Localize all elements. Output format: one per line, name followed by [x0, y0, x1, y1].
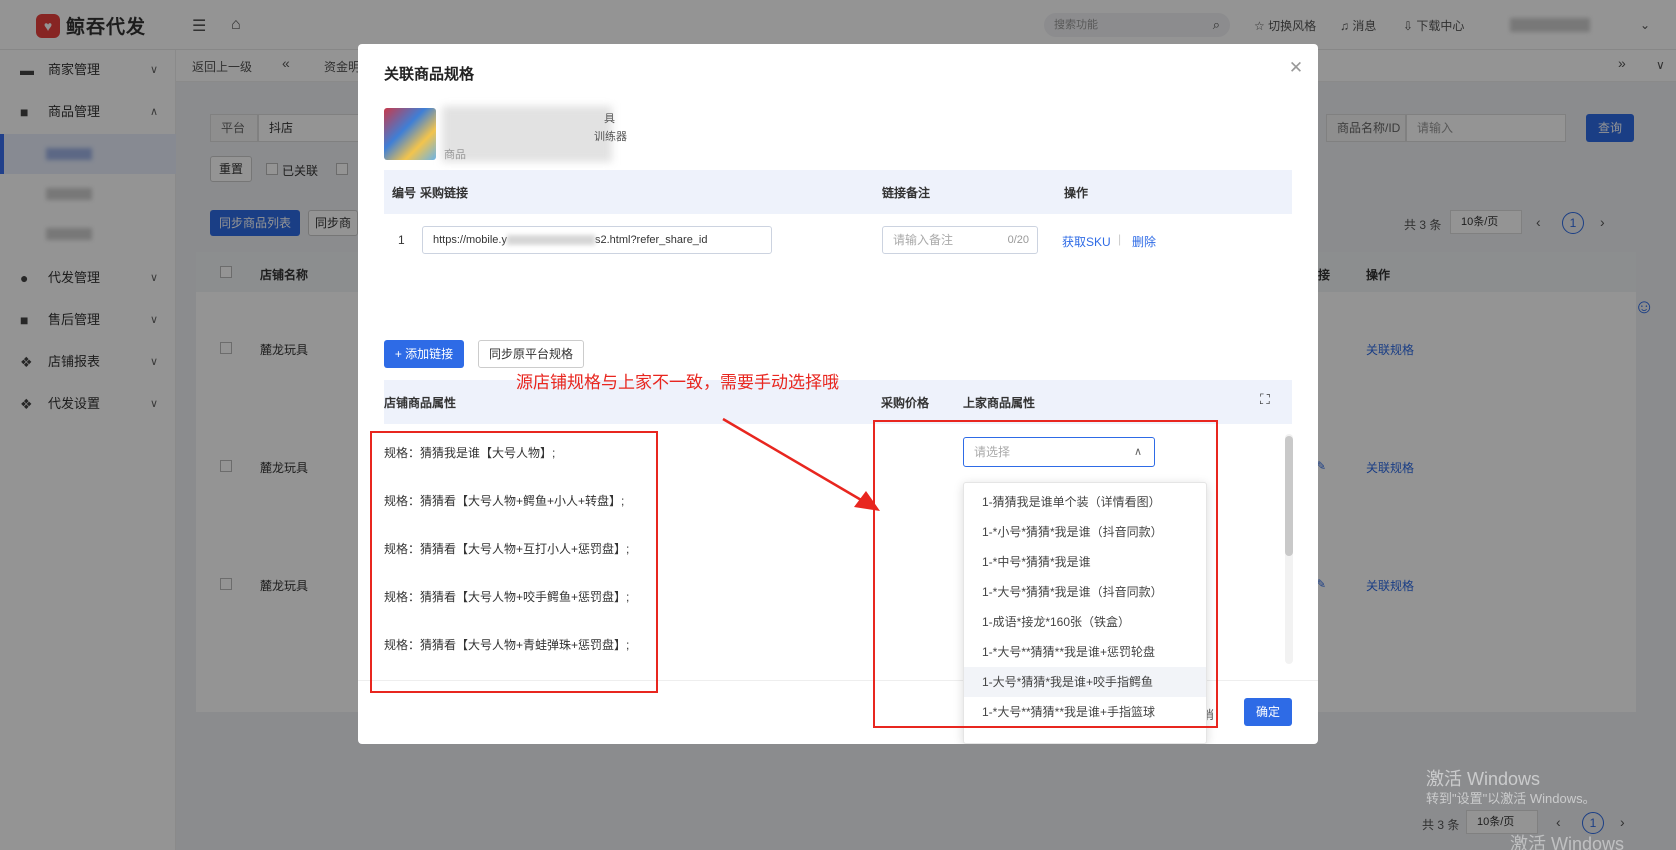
annotation-text: 源店铺规格与上家不一致，需要手动选择哦 — [516, 373, 839, 392]
product-meta: 商品 — [444, 149, 466, 161]
product-subtitle-tail: 训练器 — [594, 131, 627, 143]
purchase-url-input[interactable]: https://mobile.y s2.html?refer_share_id — [422, 226, 772, 254]
col-link-remark: 链接备注 — [882, 186, 931, 200]
modal-title: 关联商品规格 — [384, 66, 475, 83]
annotation-arrow — [722, 417, 880, 511]
confirm-button[interactable]: 确定 — [1244, 698, 1292, 726]
product-info-blurred — [442, 106, 612, 162]
fullscreen-icon[interactable]: ⛶ — [1260, 391, 1270, 408]
remark-placeholder: 请输入备注 — [893, 233, 954, 247]
remark-counter: 0/20 — [1007, 234, 1029, 246]
delete-link[interactable]: 删除 — [1132, 233, 1156, 250]
purchase-url-suffix: s2.html?refer_share_id — [594, 234, 708, 246]
col-purchase-url: 采购链接 — [420, 186, 469, 200]
col-store-attr: 店铺商品属性 — [384, 396, 457, 410]
get-sku-link[interactable]: 获取SKU — [1062, 233, 1111, 250]
product-thumbnail — [384, 108, 436, 160]
windows-activation-hint: 转到"设置"以激活 Windows。 — [1426, 791, 1596, 806]
sync-platform-spec-button[interactable]: 同步原平台规格 — [478, 340, 584, 368]
annotation-box-store-specs — [370, 431, 658, 693]
link-row-no: 1 — [398, 233, 405, 247]
add-link-button[interactable]: + 添加链接 — [384, 340, 464, 368]
col-link-action: 操作 — [1064, 186, 1089, 200]
col-supplier-attr: 上家商品属性 — [963, 396, 1036, 410]
link-table-header: 编号 采购链接 链接备注 操作 — [384, 170, 1292, 214]
windows-activation-watermark-2: 激活 Windows — [1510, 834, 1625, 850]
col-no: 编号 — [392, 186, 417, 200]
link-remark-input[interactable]: 请输入备注 0/20 — [882, 226, 1038, 254]
annotation-box-supplier-specs — [873, 420, 1218, 728]
spec-scrollbar-thumb[interactable] — [1285, 436, 1293, 556]
action-divider: | — [1118, 232, 1122, 246]
purchase-url-prefix: https://mobile.y — [433, 234, 507, 246]
url-blurred — [506, 235, 595, 246]
close-icon[interactable]: ✕ — [1286, 58, 1306, 78]
link-spec-modal: 关联商品规格 ✕ 具 训练器 商品 编号 采购链接 链接备注 操作 1 http… — [358, 44, 1318, 744]
col-purchase-price: 采购价格 — [881, 396, 930, 410]
product-title-tail: 具 — [604, 113, 615, 125]
